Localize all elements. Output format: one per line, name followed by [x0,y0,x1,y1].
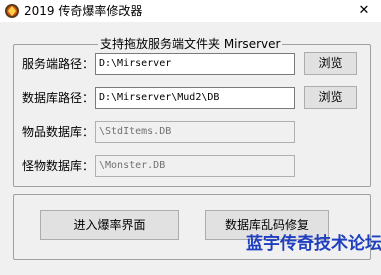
monster-db-label: 怪物数据库： [22,159,95,173]
monster-db-input[interactable]: \Monster.DB [95,155,295,177]
window-title: 2019 传奇爆率修改器 [24,4,143,18]
enter-drop-rate-button[interactable]: 进入爆率界面 [40,210,179,240]
forum-watermark: 蓝宇传奇技术论坛 [246,234,381,254]
db-path-input[interactable]: D:\Mirserver\Mud2\DB [95,87,295,109]
item-db-input[interactable]: \StdItems.DB [95,121,295,143]
app-window: 2019 传奇爆率修改器 ✕ 支持拖放服务端文件夹 Mirserver 服务端路… [0,0,381,275]
db-path-label: 数据库路径： [22,91,95,105]
group-title: 支持拖放服务端文件夹 Mirserver [98,37,283,51]
close-icon[interactable]: ✕ [355,2,373,20]
server-path-input[interactable]: D:\Mirserver [95,53,295,75]
title-bar[interactable]: 2019 传奇爆率修改器 ✕ [0,0,381,22]
browse-server-button[interactable]: 浏览 [304,52,357,75]
server-path-label: 服务端路径： [22,57,95,71]
browse-db-button[interactable]: 浏览 [304,86,357,109]
app-logo-icon [4,3,20,19]
item-db-label: 物品数据库： [22,125,95,139]
